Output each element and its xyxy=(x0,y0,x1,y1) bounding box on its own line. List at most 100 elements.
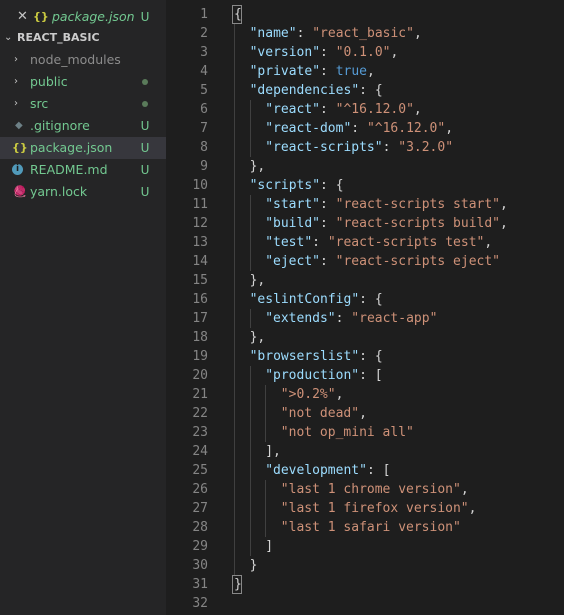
open-editor-package-json[interactable]: ✕ {} package.json U xyxy=(0,6,166,28)
indent-guide xyxy=(265,480,267,537)
code-line: "development": [ xyxy=(265,461,390,480)
json-punctuation: : xyxy=(320,64,336,79)
json-key: "react-dom" xyxy=(265,121,352,136)
code-line: "production": [ xyxy=(265,366,382,385)
json-key: "production" xyxy=(265,368,360,383)
json-boolean: true xyxy=(335,64,368,79)
json-punctuation: : { xyxy=(359,349,383,364)
code-line: }, xyxy=(250,271,266,290)
tree-item-label: src xyxy=(30,96,49,111)
line-number: 9 xyxy=(200,159,208,174)
json-punctuation: : { xyxy=(359,83,383,98)
file-readme-md[interactable]: i README.md U xyxy=(0,159,166,181)
json-string: "react-scripts start" xyxy=(335,197,501,212)
line-number: 30 xyxy=(192,558,208,573)
line-number: 13 xyxy=(192,235,208,250)
line-number: 24 xyxy=(192,444,208,459)
json-punctuation: ] xyxy=(265,539,274,554)
line-number: 18 xyxy=(192,330,208,345)
file-yarn-lock[interactable]: 🧶 yarn.lock U xyxy=(0,181,166,203)
json-punctuation: , xyxy=(359,406,367,421)
line-number: 27 xyxy=(192,501,208,516)
json-punctuation: } xyxy=(234,577,242,592)
code-line: "react": "^16.12.0", xyxy=(265,100,422,119)
git-status-badge: U xyxy=(140,10,150,24)
json-punctuation: : xyxy=(296,26,313,41)
json-key: "react" xyxy=(265,102,320,117)
json-punctuation: , xyxy=(413,26,422,41)
chevron-right-icon: › xyxy=(14,76,18,87)
line-number: 28 xyxy=(192,520,208,535)
line-number: 5 xyxy=(200,83,208,98)
code-line: "dependencies": { xyxy=(250,81,383,100)
json-key: "dependencies" xyxy=(249,83,360,98)
code-line: "eslintConfig": { xyxy=(250,290,383,309)
file-gitignore[interactable]: ◆ .gitignore U xyxy=(0,115,166,137)
line-number: 25 xyxy=(192,463,208,478)
open-editor-label: package.json xyxy=(52,9,135,24)
line-number: 4 xyxy=(200,64,208,79)
indent-guide xyxy=(249,100,251,157)
line-number: 14 xyxy=(192,254,208,269)
indent-guide xyxy=(249,366,251,556)
line-number: 21 xyxy=(192,387,208,402)
json-file-icon: {} xyxy=(33,10,49,23)
code-line: "react-dom": "^16.12.0", xyxy=(265,119,453,138)
code-line: "not op_mini all" xyxy=(281,423,414,442)
json-punctuation: , xyxy=(500,216,508,231)
json-key: "development" xyxy=(265,463,367,478)
folder-node-modules[interactable]: › node_modules xyxy=(0,49,166,71)
code-line: "build": "react-scripts build", xyxy=(265,214,508,233)
code-line: "eject": "react-scripts eject" xyxy=(265,252,500,271)
tree-item-label: package.json xyxy=(30,140,113,155)
code-line: } xyxy=(250,556,258,575)
json-punctuation: , xyxy=(460,482,469,497)
json-punctuation: : { xyxy=(320,178,344,193)
code-line: "last 1 firefox version", xyxy=(281,499,477,518)
project-folder-header[interactable]: ⌄ REACT_BASIC xyxy=(0,27,166,49)
json-punctuation: ], xyxy=(265,444,281,459)
json-string: "last 1 firefox version" xyxy=(280,501,469,516)
file-package-json[interactable]: {} package.json U xyxy=(0,137,166,159)
folder-src[interactable]: › src xyxy=(0,93,166,115)
json-punctuation: }, xyxy=(249,159,266,174)
json-punctuation: : xyxy=(319,197,336,212)
code-line: "last 1 safari version" xyxy=(281,518,461,537)
json-punctuation: : xyxy=(351,121,367,136)
git-status-badge: U xyxy=(140,119,150,133)
json-punctuation: : xyxy=(319,216,336,231)
line-number: 1 xyxy=(200,7,208,22)
json-string: "0.1.0" xyxy=(335,45,391,60)
json-key: "name" xyxy=(249,26,297,41)
tree-item-label: README.md xyxy=(30,162,108,177)
folder-public[interactable]: › public xyxy=(0,71,166,93)
tree-item-label: yarn.lock xyxy=(30,184,88,199)
tree-item-label: node_modules xyxy=(30,52,121,67)
chevron-right-icon: › xyxy=(14,54,18,65)
line-number: 29 xyxy=(192,539,208,554)
json-punctuation: , xyxy=(445,121,454,136)
json-key: "eject" xyxy=(265,254,320,269)
indent-guide xyxy=(249,309,251,328)
json-punctuation: } xyxy=(249,558,258,573)
line-number: 31 xyxy=(192,577,208,592)
info-file-icon: i xyxy=(12,164,23,175)
json-string: "react-scripts test" xyxy=(327,235,485,250)
json-punctuation: }, xyxy=(249,273,266,288)
json-key: "scripts" xyxy=(249,178,321,193)
line-number: 23 xyxy=(192,425,208,440)
line-number: 32 xyxy=(192,596,208,611)
git-status-badge: U xyxy=(140,141,150,155)
modified-dot-icon xyxy=(142,101,148,107)
indent-guide xyxy=(265,385,267,442)
code-editor[interactable]: 1 {2 "name": "react_basic", 3 "version": "0.… xyxy=(166,0,564,615)
json-punctuation: , xyxy=(484,235,493,250)
line-number: 8 xyxy=(200,140,208,155)
code-line: { xyxy=(234,5,242,24)
json-punctuation: : { xyxy=(359,292,383,307)
tree-item-label: .gitignore xyxy=(30,118,90,133)
close-icon[interactable]: ✕ xyxy=(17,6,28,28)
json-key: "eslintConfig" xyxy=(249,292,360,307)
json-punctuation: : xyxy=(382,140,399,155)
code-line: "browserslist": { xyxy=(250,347,383,366)
